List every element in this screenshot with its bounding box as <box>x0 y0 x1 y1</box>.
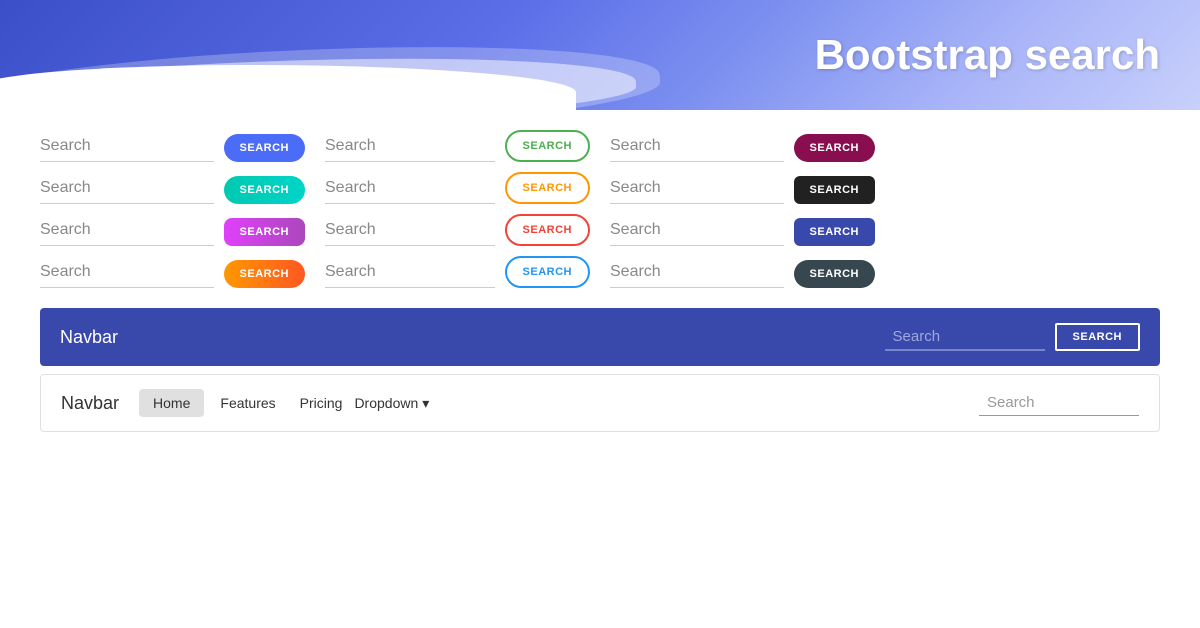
search-item-r2c1: Search SEARCH <box>40 172 305 204</box>
search-item-r1c1: Search SEARCH <box>40 130 305 162</box>
search-label: Search <box>325 179 495 197</box>
search-input-wrap: Search <box>610 221 784 246</box>
search-input-wrap: Search <box>325 137 495 162</box>
navbar-dark-brand: Navbar <box>60 327 885 348</box>
navbar-light-search-input[interactable] <box>979 390 1139 416</box>
nav-item-dropdown[interactable]: Dropdown ▾ <box>354 395 429 412</box>
search-item-r3c1: Search SEARCH <box>40 214 305 246</box>
search-underline <box>40 203 214 204</box>
navbar-dark-search-input[interactable] <box>885 324 1045 351</box>
search-button-r2c1[interactable]: SEARCH <box>224 176 305 204</box>
nav-item-home[interactable]: Home <box>139 389 204 417</box>
search-input-wrap: Search <box>325 263 495 288</box>
search-input-wrap: Search <box>40 221 214 246</box>
navbar-dark: Navbar SEARCH <box>40 308 1160 366</box>
search-input-wrap: Search <box>325 221 495 246</box>
chevron-down-icon: ▾ <box>422 395 429 412</box>
search-item-r2c2: Search SEARCH <box>325 172 590 204</box>
search-input-wrap: Search <box>40 137 214 162</box>
search-underline <box>610 203 784 204</box>
search-input-wrap: Search <box>40 263 214 288</box>
search-item-r2c3: Search SEARCH <box>610 172 875 204</box>
search-item-r4c1: Search SEARCH <box>40 256 305 288</box>
search-button-r4c3[interactable]: SEARCH <box>794 260 875 288</box>
search-grid: Search SEARCH Search SEARCH Search SEARC… <box>40 130 1160 288</box>
search-item-r3c2: Search SEARCH <box>325 214 590 246</box>
nav-item-features[interactable]: Features <box>208 389 287 417</box>
spacer-r1 <box>895 130 1160 162</box>
search-underline <box>325 203 495 204</box>
search-label: Search <box>40 221 214 239</box>
search-button-r1c1[interactable]: SEARCH <box>224 134 305 162</box>
spacer-r4 <box>895 256 1160 288</box>
spacer-r2 <box>895 172 1160 204</box>
search-button-r2c3[interactable]: SEARCH <box>794 176 875 204</box>
search-item-r4c3: Search SEARCH <box>610 256 875 288</box>
search-item-r1c2: Search SEARCH <box>325 130 590 162</box>
search-label: Search <box>40 179 214 197</box>
search-item-r3c3: Search SEARCH <box>610 214 875 246</box>
spacer-r3 <box>895 214 1160 246</box>
search-underline <box>325 161 495 162</box>
search-button-r2c2[interactable]: SEARCH <box>505 172 590 204</box>
search-underline <box>325 245 495 246</box>
search-button-r4c1[interactable]: SEARCH <box>224 260 305 288</box>
search-label: Search <box>610 263 784 281</box>
search-button-r4c2[interactable]: SEARCH <box>505 256 590 288</box>
search-button-r3c1[interactable]: SEARCH <box>224 218 305 246</box>
nav-item-pricing[interactable]: Pricing <box>288 389 355 417</box>
search-label: Search <box>610 221 784 239</box>
search-label: Search <box>610 179 784 197</box>
search-underline <box>40 161 214 162</box>
navbar-light-brand: Navbar <box>61 393 119 414</box>
search-input-wrap: Search <box>610 137 784 162</box>
search-underline <box>610 245 784 246</box>
header-wave <box>0 65 576 110</box>
search-underline <box>325 287 495 288</box>
search-input-wrap: Search <box>40 179 214 204</box>
search-underline <box>40 287 214 288</box>
search-underline <box>40 245 214 246</box>
search-button-r3c3[interactable]: SEARCH <box>794 218 875 246</box>
search-item-r1c3: Search SEARCH <box>610 130 875 162</box>
search-underline <box>610 161 784 162</box>
search-button-r1c2[interactable]: SEARCH <box>505 130 590 162</box>
page-title: Bootstrap search <box>815 31 1160 79</box>
navbar-dark-search-button[interactable]: SEARCH <box>1055 323 1140 351</box>
search-button-r1c3[interactable]: SEARCH <box>794 134 875 162</box>
search-input-wrap: Search <box>610 179 784 204</box>
search-input-wrap: Search <box>325 179 495 204</box>
main-content: Search SEARCH Search SEARCH Search SEARC… <box>0 110 1200 447</box>
search-label: Search <box>40 263 214 281</box>
search-label: Search <box>610 137 784 155</box>
navbar-light: Navbar Home Features Pricing Dropdown ▾ <box>40 374 1160 432</box>
search-label: Search <box>325 137 495 155</box>
header: Bootstrap search <box>0 0 1200 110</box>
navbar-dark-search: SEARCH <box>885 323 1140 351</box>
search-input-wrap: Search <box>610 263 784 288</box>
search-label: Search <box>325 263 495 281</box>
search-underline <box>610 287 784 288</box>
search-button-r3c2[interactable]: SEARCH <box>505 214 590 246</box>
search-label: Search <box>40 137 214 155</box>
search-label: Search <box>325 221 495 239</box>
search-item-r4c2: Search SEARCH <box>325 256 590 288</box>
